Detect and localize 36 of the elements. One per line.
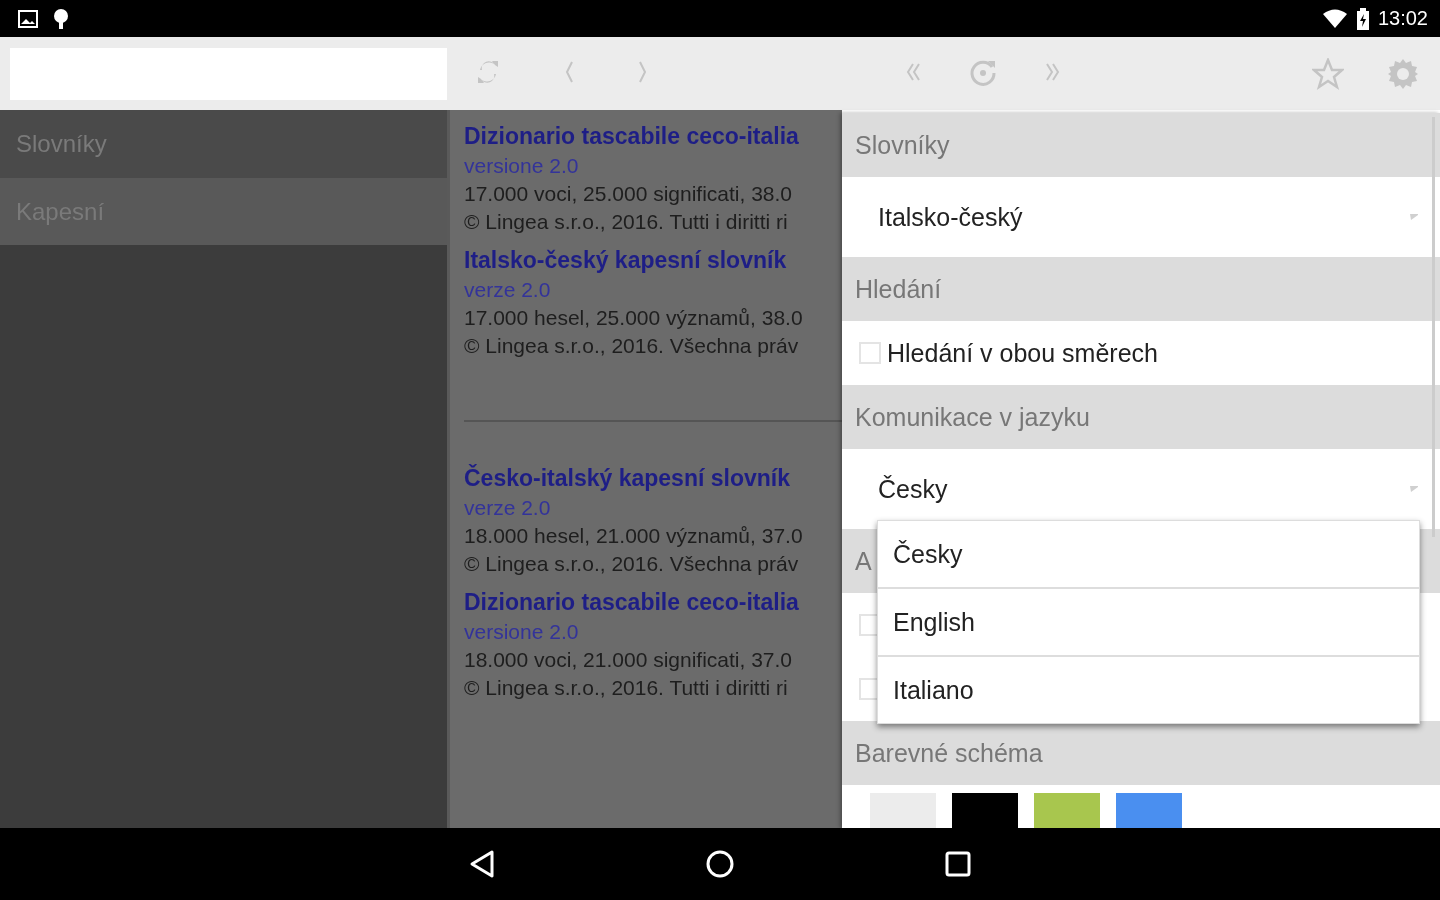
stats-text: 18.000 voci, 21.000 significati, 37.0 bbox=[464, 647, 794, 673]
checkbox-label[interactable]: Hledání v obou směrech bbox=[887, 338, 1158, 368]
color-swatch[interactable] bbox=[952, 793, 1018, 828]
settings-icon[interactable] bbox=[1387, 57, 1419, 90]
version-text: verze 2.0 bbox=[464, 277, 552, 303]
battery-icon bbox=[1355, 7, 1370, 30]
color-swatch[interactable] bbox=[1034, 793, 1100, 828]
recents-icon[interactable] bbox=[945, 851, 971, 877]
wifi-icon bbox=[1321, 8, 1348, 29]
dropdown-field[interactable]: Italsko-český bbox=[842, 177, 1440, 257]
status-time: 13:02 bbox=[1377, 7, 1428, 30]
star-icon[interactable] bbox=[1312, 57, 1344, 90]
home-icon[interactable] bbox=[705, 849, 735, 879]
back-icon[interactable] bbox=[469, 849, 495, 879]
copyright-text: © Lingea s.r.o., 2016. Všechna práv bbox=[464, 333, 800, 359]
dropdown-option[interactable]: English bbox=[878, 587, 1419, 655]
section-header: Slovníky bbox=[842, 113, 1440, 177]
section-header: Komunikace v jazyku bbox=[842, 385, 1440, 449]
copyright-text: © Lingea s.r.o., 2016. Tutti i diritti ri bbox=[464, 209, 789, 235]
copyright-text: © Lingea s.r.o., 2016. Tutti i diritti ri bbox=[464, 675, 789, 701]
section-header: Barevné schéma bbox=[842, 721, 1440, 785]
checkbox[interactable] bbox=[859, 342, 881, 364]
stats-text: 17.000 hesel, 25.000 významů, 38.0 bbox=[464, 305, 804, 331]
version-text: versione 2.0 bbox=[464, 619, 580, 645]
dropdown-option[interactable]: Italiano bbox=[878, 655, 1419, 723]
version-text: versione 2.0 bbox=[464, 153, 580, 179]
stats-text: 17.000 voci, 25.000 significati, 38.0 bbox=[464, 181, 794, 207]
dropdown-caret-icon bbox=[1410, 214, 1418, 220]
color-swatch[interactable] bbox=[870, 793, 936, 828]
picture-icon bbox=[18, 9, 38, 28]
color-swatch[interactable] bbox=[1116, 793, 1182, 828]
dropdown-caret-icon bbox=[1410, 486, 1418, 492]
copyright-text: © Lingea s.r.o., 2016. Všechna práv bbox=[464, 551, 800, 577]
version-text: verze 2.0 bbox=[464, 495, 552, 521]
section-header: Hledání bbox=[842, 257, 1440, 321]
stats-text: 18.000 hesel, 21.000 významů, 37.0 bbox=[464, 523, 804, 549]
